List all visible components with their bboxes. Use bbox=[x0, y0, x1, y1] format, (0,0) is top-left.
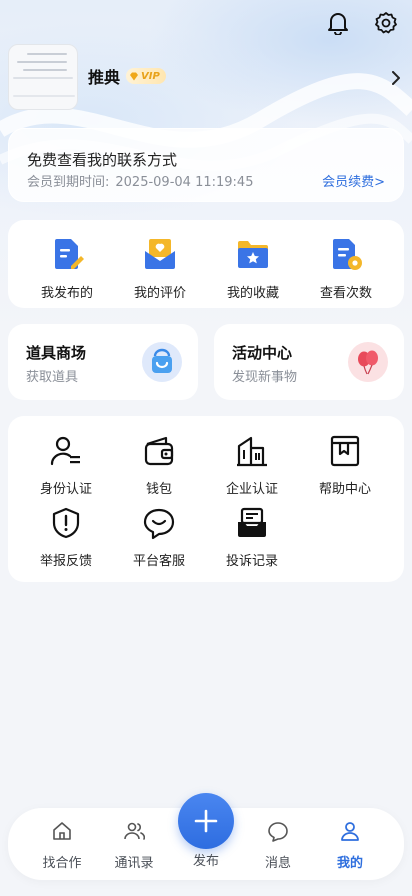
quick-item-my-reviews[interactable]: 我的评价 bbox=[120, 236, 200, 301]
service-enterprise[interactable]: 企业认证 bbox=[212, 434, 292, 497]
service-label: 身份认证 bbox=[39, 482, 92, 497]
quick-actions-card: 我发布的 我的评价 我的收藏 查看次数 bbox=[8, 220, 404, 308]
service-wallet[interactable]: 钱包 bbox=[119, 434, 199, 497]
service-label: 投诉记录 bbox=[225, 554, 278, 569]
tab-publish-label: 发布 bbox=[192, 854, 219, 869]
services-card: 身份认证 钱包 企业认证 帮助中心 举报反馈 平台客服 投诉记录 bbox=[8, 416, 404, 582]
service-label: 举报反馈 bbox=[39, 554, 92, 569]
bell-icon[interactable] bbox=[326, 10, 350, 36]
profile-icon bbox=[341, 822, 359, 841]
vip-badge: VIP bbox=[126, 68, 166, 84]
service-customer-support[interactable]: 平台客服 bbox=[119, 506, 199, 569]
service-report[interactable]: 举报反馈 bbox=[26, 506, 106, 569]
plus-icon bbox=[194, 809, 218, 833]
tab-label: 我的 bbox=[336, 856, 363, 871]
service-complaint-records[interactable]: 投诉记录 bbox=[212, 506, 292, 569]
quick-item-label: 我的收藏 bbox=[226, 286, 279, 301]
message-icon bbox=[268, 822, 288, 842]
enterprise-icon bbox=[237, 436, 267, 467]
balloon-icon bbox=[348, 342, 388, 382]
service-label: 帮助中心 bbox=[318, 482, 371, 497]
quick-item-my-posts[interactable]: 我发布的 bbox=[27, 236, 107, 301]
member-title: 免费查看我的联系方式 bbox=[27, 151, 178, 169]
quick-item-my-favorites[interactable]: 我的收藏 bbox=[213, 236, 293, 301]
identity-icon bbox=[50, 436, 80, 466]
tab-label: 找合作 bbox=[42, 856, 82, 871]
tab-mine[interactable]: 我的 bbox=[315, 820, 385, 871]
member-expire: 会员到期时间: 2025-09-04 11:19:45 bbox=[27, 171, 259, 190]
gear-icon[interactable] bbox=[374, 10, 398, 36]
chevron-right-icon[interactable] bbox=[392, 70, 401, 89]
profile-header[interactable]: 推典 VIP bbox=[8, 44, 412, 112]
tab-label: 消息 bbox=[264, 856, 291, 871]
complaint-record-icon bbox=[238, 507, 266, 537]
shopping-bag-icon bbox=[142, 342, 182, 382]
quick-item-label: 查看次数 bbox=[319, 286, 372, 301]
prop-shop-title: 道具商场 bbox=[26, 344, 87, 362]
diamond-icon bbox=[130, 72, 138, 80]
tab-messages[interactable]: 消息 bbox=[243, 820, 313, 871]
nickname: 推典 bbox=[88, 68, 121, 87]
activity-center-title: 活动中心 bbox=[232, 344, 293, 362]
contacts-icon bbox=[124, 822, 146, 840]
document-edit-icon bbox=[55, 239, 84, 269]
tab-label: 通讯录 bbox=[114, 856, 154, 871]
vip-badge-label: VIP bbox=[141, 70, 160, 82]
star-folder-icon bbox=[238, 241, 268, 268]
tab-contacts[interactable]: 通讯录 bbox=[99, 820, 169, 871]
report-shield-icon bbox=[52, 507, 80, 539]
activity-center-subtitle: 发现新事物 bbox=[232, 370, 298, 385]
renew-link[interactable]: 会员续费> bbox=[322, 171, 385, 190]
customer-service-icon bbox=[143, 508, 175, 540]
member-expire-label: 会员到期时间: bbox=[27, 175, 110, 190]
avatar[interactable] bbox=[8, 44, 78, 110]
service-label: 钱包 bbox=[145, 482, 172, 497]
quick-item-label: 我发布的 bbox=[40, 286, 93, 301]
quick-item-label: 我的评价 bbox=[133, 286, 186, 301]
service-label: 平台客服 bbox=[132, 554, 185, 569]
view-count-icon bbox=[333, 239, 362, 270]
membership-card[interactable]: 免费查看我的联系方式 会员到期时间: 2025-09-04 11:19:45 会员… bbox=[8, 128, 404, 202]
help-book-icon bbox=[330, 435, 360, 467]
service-help-center[interactable]: 帮助中心 bbox=[305, 434, 385, 497]
tab-find-cooperation[interactable]: 找合作 bbox=[27, 820, 97, 871]
wallet-icon bbox=[144, 436, 174, 466]
service-label: 企业认证 bbox=[225, 482, 278, 497]
activity-center-card[interactable]: 活动中心 发现新事物 bbox=[214, 324, 404, 400]
rating-envelope-icon bbox=[145, 239, 175, 269]
quick-item-view-count[interactable]: 查看次数 bbox=[306, 236, 386, 301]
top-actions bbox=[326, 10, 398, 36]
member-expire-time: 2025-09-04 11:19:45 bbox=[115, 175, 254, 190]
prop-shop-card[interactable]: 道具商场 获取道具 bbox=[8, 324, 198, 400]
prop-shop-subtitle: 获取道具 bbox=[26, 370, 79, 385]
service-identity[interactable]: 身份认证 bbox=[26, 434, 106, 497]
publish-button[interactable] bbox=[178, 793, 234, 849]
home-icon bbox=[53, 822, 71, 840]
